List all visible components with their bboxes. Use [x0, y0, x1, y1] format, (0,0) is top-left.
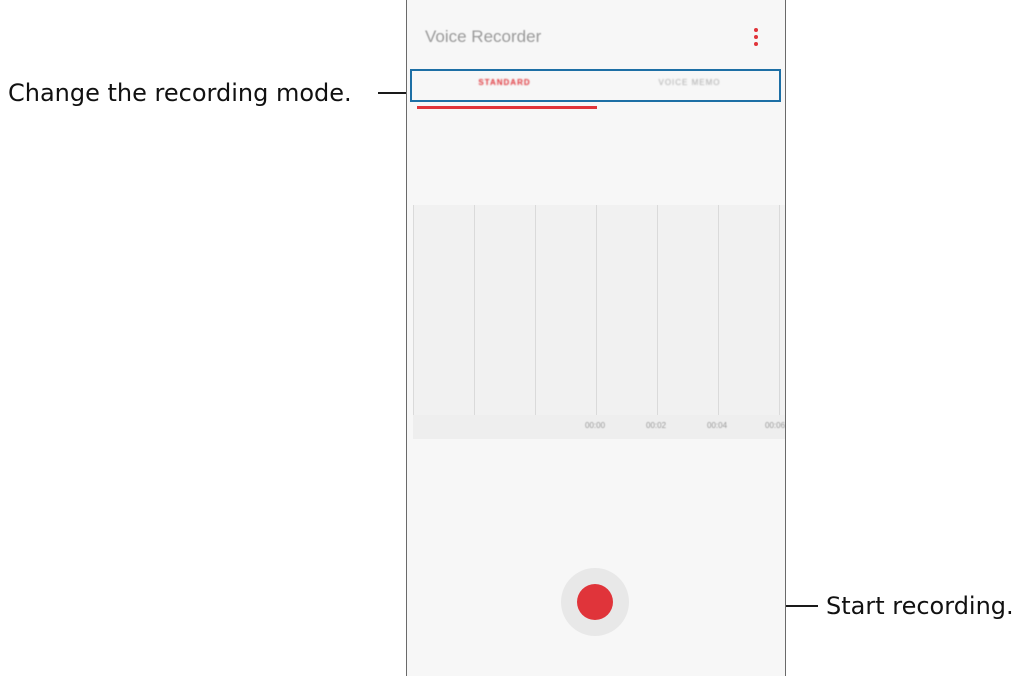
timeline-ruler: 00:00 00:02 00:04 00:06: [413, 415, 786, 439]
mode-callout-text: Change the recording mode.: [8, 79, 352, 107]
mode-tabs-highlight-box: [410, 69, 781, 102]
grid-line: [474, 205, 475, 415]
timeline-label: 00:06: [765, 421, 786, 430]
grid-line: [413, 205, 414, 415]
phone-screen: Voice Recorder STANDARD VOICE MEMO 00:00…: [406, 0, 786, 676]
grid-line: [596, 205, 597, 415]
app-title: Voice Recorder: [425, 27, 542, 46]
active-tab-indicator: [417, 106, 597, 109]
grid-line: [718, 205, 719, 415]
timeline-label: 00:04: [707, 421, 728, 430]
more-vertical-icon[interactable]: [753, 28, 759, 50]
grid-line: [779, 205, 780, 415]
grid-line: [535, 205, 536, 415]
timeline-label: 00:02: [646, 421, 667, 430]
record-callout-text: Start recording.: [826, 592, 1014, 620]
timeline-label: 00:00: [585, 421, 606, 430]
grid-line: [657, 205, 658, 415]
waveform-area: [413, 205, 785, 415]
record-icon: [577, 584, 613, 620]
record-button[interactable]: [561, 568, 629, 636]
